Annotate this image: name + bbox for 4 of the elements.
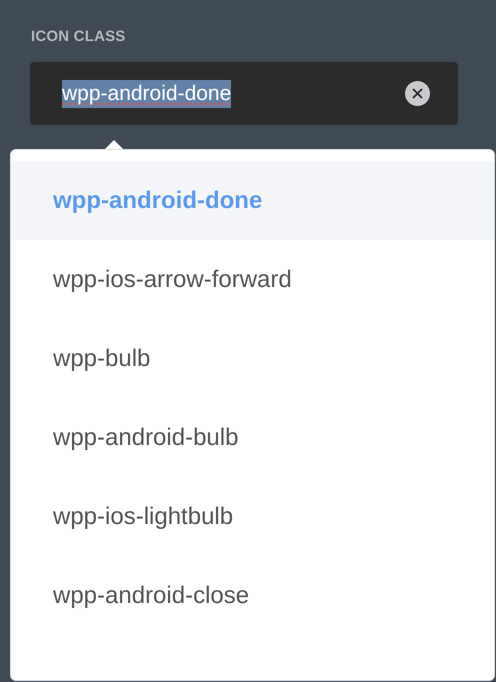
- selected-text: wpp-android-done: [62, 80, 232, 108]
- icon-class-field[interactable]: wpp-android-done: [30, 62, 458, 125]
- clear-icon[interactable]: [405, 81, 430, 106]
- field-label: ICON CLASS: [31, 28, 126, 45]
